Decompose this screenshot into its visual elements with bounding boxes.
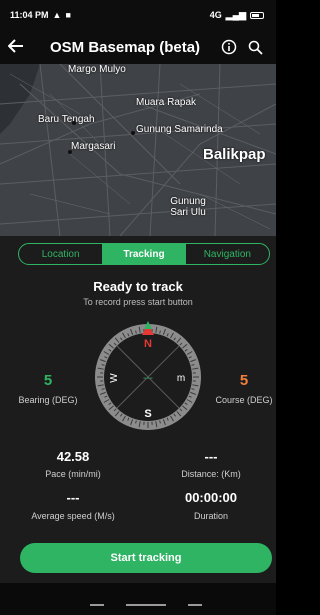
compass-east: m	[177, 373, 185, 384]
pace-value: 42.58	[56, 449, 90, 464]
bearing-value: 5	[43, 372, 53, 389]
pace-label: Pace (min/mi)	[45, 469, 101, 479]
info-icon[interactable]	[216, 39, 242, 55]
back-button[interactable]	[188, 604, 202, 606]
map-marker	[68, 150, 72, 154]
map-label-balikpapan: Balikpap	[203, 146, 266, 163]
compass-west: W	[109, 373, 120, 383]
map-label-gunung-samarinda: Gunung Samarinda	[136, 124, 223, 135]
compass-dial: N S m W ---	[95, 321, 201, 430]
page-title: OSM Basemap (beta)	[50, 38, 201, 56]
map-label-gunung-sari-ulu: Gunung Sari Ulu	[170, 196, 206, 218]
system-nav-bar	[0, 583, 276, 615]
search-icon[interactable]	[242, 40, 268, 55]
status-bar: 11:04 PM ▲ ■ 4G ▂▄▆	[0, 0, 276, 30]
map-label-margo-mulyo: Margo Mulyo	[68, 64, 126, 75]
home-button[interactable]	[126, 604, 166, 606]
bearing-label: Bearing (DEG)	[18, 395, 78, 405]
start-tracking-button[interactable]: Start tracking	[20, 543, 272, 573]
map-label-muara-rapak: Muara Rapak	[136, 97, 197, 108]
tracking-panel: Location Tracking Navigation Ready to tr…	[0, 236, 276, 583]
map-marker	[72, 121, 76, 125]
tab-bar: Location Tracking Navigation	[18, 243, 270, 265]
course-value: 5	[239, 372, 249, 389]
map-marker	[131, 131, 135, 135]
compass: N S m W ---	[92, 321, 204, 433]
ready-subtitle: To record press start button	[83, 297, 193, 307]
notification-icon: ▲	[52, 10, 62, 20]
app-bar: OSM Basemap (beta)	[0, 30, 276, 64]
tab-location[interactable]: Location	[19, 244, 102, 264]
duration-value: 00:00:00	[184, 490, 238, 505]
avg-speed-label: Average speed (M/s)	[31, 511, 115, 521]
map-label-baru-tengah: Baru Tengah	[38, 114, 95, 125]
compass-north: N	[144, 338, 152, 350]
compass-center-value: ---	[143, 373, 153, 384]
compass-south: S	[144, 408, 151, 420]
distance-value: ---	[204, 449, 218, 464]
ready-title: Ready to track	[93, 279, 183, 294]
map-view[interactable]: Margo Mulyo Muara Rapak Baru Tengah Gunu…	[0, 64, 276, 236]
map-label-margasari: Margasari	[71, 141, 116, 152]
status-time: 11:04 PM	[10, 10, 49, 20]
battery-icon	[250, 11, 264, 19]
tab-tracking[interactable]: Tracking	[102, 244, 186, 264]
shield-icon: ■	[65, 10, 71, 20]
distance-label: Distance: (Km)	[181, 469, 241, 479]
avg-speed-value: ---	[66, 490, 80, 505]
course-label: Course (DEG)	[215, 395, 273, 405]
status-right: 4G ▂▄▆	[210, 10, 264, 21]
signal-icon: ▂▄▆	[225, 9, 246, 20]
recents-button[interactable]	[90, 604, 104, 606]
arrow-left-icon[interactable]	[7, 38, 36, 56]
tab-navigation[interactable]: Navigation	[186, 244, 269, 264]
network-label: 4G	[209, 10, 222, 20]
status-left: 11:04 PM ▲ ■	[10, 10, 71, 20]
duration-label: Duration	[193, 511, 229, 521]
